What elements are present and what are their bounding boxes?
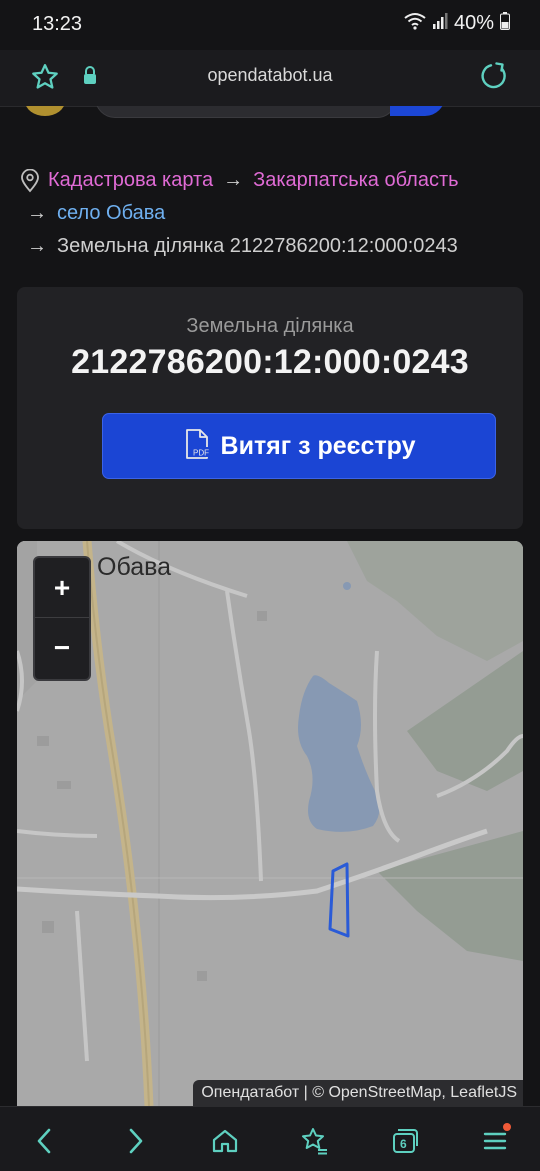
battery-icon (500, 12, 510, 35)
breadcrumb-village[interactable]: село Обава (57, 197, 165, 230)
browser-bottom-nav: 6 (0, 1106, 540, 1171)
site-logo[interactable] (25, 106, 65, 116)
breadcrumb-cadastral-map[interactable]: Кадастрова карта (48, 164, 213, 197)
location-pin-icon (20, 168, 40, 193)
status-time: 13:23 (32, 13, 83, 35)
reload-icon[interactable] (478, 60, 510, 97)
zoom-in-button[interactable]: + (35, 558, 89, 617)
wifi-icon (404, 12, 426, 35)
breadcrumb-current-parcel: Земельна ділянка 2122786200:12:000:0243 (57, 235, 458, 257)
forward-icon[interactable] (116, 1121, 156, 1161)
page-header-remnant (0, 106, 540, 120)
site-search-button[interactable] (390, 106, 445, 116)
battery-percent: 40% (453, 12, 494, 34)
parcel-card: Земельна ділянка 2122786200:12:000:0243 … (17, 287, 523, 529)
map-place-label: Обава (97, 553, 171, 581)
notification-dot (503, 1123, 511, 1131)
pdf-file-icon: PDF (183, 428, 213, 465)
parcel-type-label: Земельна ділянка (186, 315, 354, 337)
registry-extract-button[interactable]: PDF Витяг з реєстру (102, 413, 496, 479)
cadastral-number: 2122786200:12:000:0243 (71, 343, 469, 381)
breadcrumb: Кадастрова карта → Закарпатська область … (20, 164, 525, 263)
tabs-icon[interactable]: 6 (385, 1121, 425, 1161)
status-bar: 13:23 40% (0, 0, 540, 50)
home-icon[interactable] (205, 1121, 245, 1161)
tabs-count: 6 (400, 1137, 407, 1151)
breadcrumb-separator: → (223, 169, 244, 191)
menu-icon[interactable] (475, 1121, 515, 1161)
back-icon[interactable] (24, 1121, 64, 1161)
pdf-icon-text: PDF (193, 448, 209, 457)
registry-extract-label: Витяг з реєстру (220, 431, 416, 460)
browser-toolbar: opendatabot.ua (0, 50, 540, 107)
site-search-input[interactable] (95, 106, 397, 118)
map-tiles[interactable] (17, 541, 523, 1106)
breadcrumb-separator: → (27, 235, 47, 257)
cadastral-map[interactable]: + − Обава Опендатабот | © OpenStreetMap,… (17, 541, 523, 1106)
status-icons: 40% (404, 12, 510, 35)
breadcrumb-separator: → (27, 202, 47, 224)
map-attribution[interactable]: Опендатабот | © OpenStreetMap, LeafletJS (193, 1080, 523, 1106)
breadcrumb-region[interactable]: Закарпатська область (253, 164, 458, 197)
address-bar-url[interactable]: opendatabot.ua (0, 65, 540, 86)
zoom-out-button[interactable]: − (35, 617, 89, 677)
bookmarks-icon[interactable] (295, 1121, 335, 1161)
zoom-control: + − (33, 556, 91, 681)
signal-icon (432, 13, 448, 34)
